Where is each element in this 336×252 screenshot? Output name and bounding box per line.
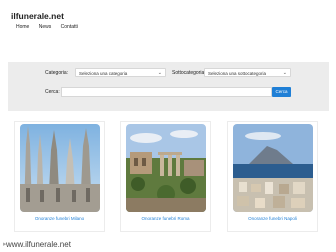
card-caption[interactable]: Onoranze funebri Roma (121, 216, 210, 221)
subcategory-select[interactable]: Seleziona una sottocategoria ⌄ (204, 68, 291, 77)
chevron-down-icon: ⌄ (157, 70, 162, 76)
main-nav: Home News Contatti (16, 24, 86, 30)
category-select-value: Seleziona una categoria (79, 71, 128, 76)
card-caption[interactable]: Onoranze funebri Milano (15, 216, 104, 221)
card-milano[interactable]: Onoranze funebri Milano (14, 121, 105, 232)
category-label: Categoria: (45, 70, 69, 76)
footer-url-bar: ▸ www.ilfunerale.net (0, 238, 117, 252)
nav-item-news[interactable]: News (39, 24, 52, 30)
footer-url[interactable]: www.ilfunerale.net (6, 240, 71, 249)
search-label: Cerca: (45, 89, 60, 95)
card-napoli[interactable]: Onoranze funebri Napoli (227, 121, 318, 232)
site-logo[interactable]: ilfunerale.net (11, 11, 64, 21)
search-input[interactable] (61, 87, 272, 97)
nav-item-home[interactable]: Home (16, 24, 29, 30)
search-button[interactable]: Cerca (272, 87, 291, 97)
city-image-milano[interactable] (20, 124, 100, 212)
chevron-down-icon: ⌄ (282, 70, 287, 76)
category-select[interactable]: Seleziona una categoria ⌄ (75, 68, 166, 77)
subcategory-select-value: Seleziona una sottocategoria (208, 71, 267, 76)
subcategory-label: Sottocategoria: (172, 70, 206, 76)
search-panel: Categoria: Seleziona una categoria ⌄ Sot… (8, 62, 329, 111)
card-caption[interactable]: Onoranze funebri Napoli (228, 216, 317, 221)
nav-item-contatti[interactable]: Contatti (61, 24, 78, 30)
card-roma[interactable]: Onoranze funebri Roma (120, 121, 211, 232)
city-image-napoli[interactable] (233, 124, 313, 212)
arrow-right-icon: ▸ (3, 241, 7, 248)
city-image-roma[interactable] (126, 124, 206, 212)
